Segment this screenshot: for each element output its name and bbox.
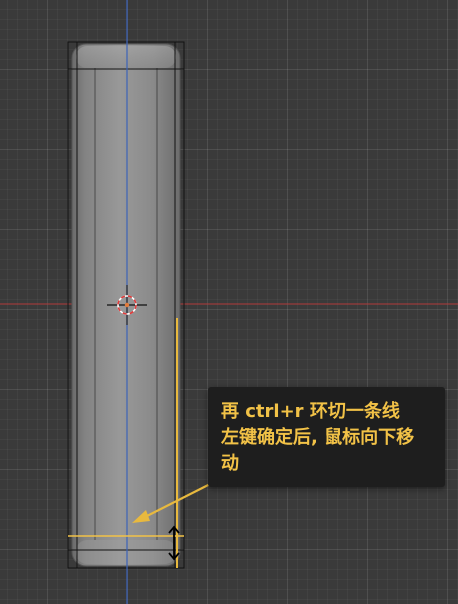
scene-canvas[interactable] (0, 0, 458, 604)
mesh-bottom-cap (76, 540, 176, 564)
instruction-tooltip: 再 ctrl+r 环切一条线 左键确定后, 鼠标向下移 动 (208, 387, 445, 487)
tooltip-line-3: 动 (221, 453, 239, 474)
tooltip-line-1: 再 ctrl+r 环切一条线 (221, 401, 400, 422)
tooltip-line-2: 左键确定后, 鼠标向下移 (221, 427, 415, 448)
3d-viewport[interactable]: 再 ctrl+r 环切一条线 左键确定后, 鼠标向下移 动 (0, 0, 458, 604)
mesh-top-cap (76, 46, 176, 68)
